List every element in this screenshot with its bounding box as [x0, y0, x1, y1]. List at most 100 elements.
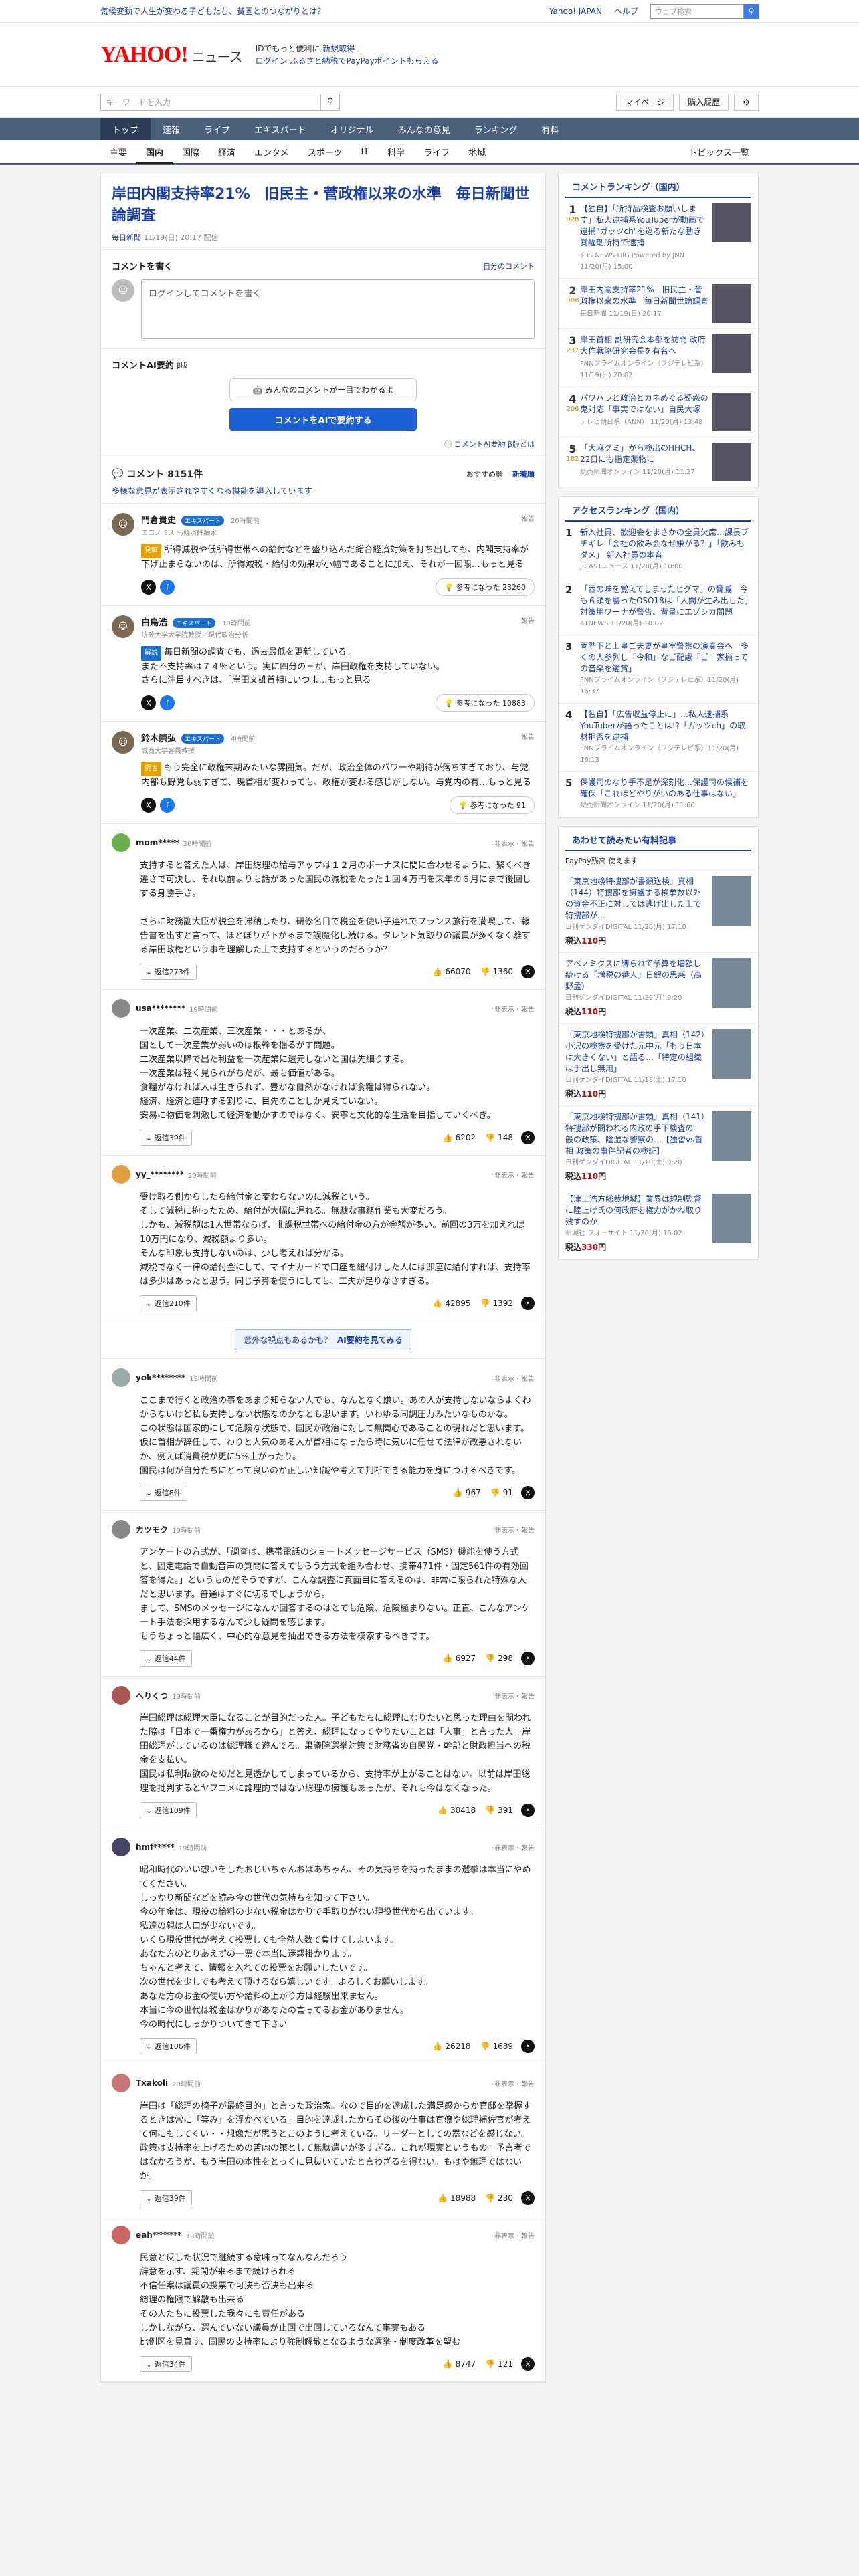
avatar[interactable] [112, 999, 130, 1018]
facebook-share-icon[interactable]: f [160, 695, 175, 710]
ranking-item[interactable]: 1 928 【独自】「所持品検査お願いします」私人逮捕系YouTuberが動画で逮… [559, 198, 758, 279]
report-link[interactable]: 非表示・報告 [494, 1373, 535, 1383]
like-button[interactable]: 👍 967 [453, 1488, 481, 1497]
paid-article-title[interactable]: 「東京地検特捜部が書類」真相（141）特捜部が問われる内政の手下検査の一般の政策… [565, 1112, 705, 1156]
tab-local[interactable]: 地域 [459, 146, 495, 158]
like-button[interactable]: 👍 6927 [443, 1654, 476, 1663]
paid-article-title[interactable]: 「東京地検特捜部が書類」真相（142）小沢の検察を受けた元中元「もう日本は大きく… [565, 1030, 705, 1073]
report-link[interactable]: 非表示・報告 [494, 838, 535, 848]
commenter-name[interactable]: yy_******** [136, 1170, 184, 1179]
expert-text[interactable]: もう完全に政権末期みたいな雰囲気。だが、政治全体のパワーや期待が落ちすぎており、… [141, 763, 531, 788]
article-title[interactable]: 岸田内閣支持率21% 旧民主・菅政権以来の水準 毎日新聞世論調査 [112, 184, 535, 227]
commenter-name[interactable]: mom***** [136, 838, 179, 847]
expert-text[interactable]: 毎日新聞の調査でも、過去最低を更新している。 また不支持率は７４％という。実に四… [141, 647, 445, 685]
helpful-button[interactable]: 💡 参考になった 10883 [436, 694, 535, 712]
rank-title[interactable]: パワハラと政治とカネめぐる疑惑の鬼対応「事実ではない」自民大塚 [580, 393, 708, 414]
facebook-share-icon[interactable]: f [160, 798, 175, 813]
ai-prompt-box[interactable]: 意外な視点もあるかも？ AI要約を見てみる [235, 1329, 411, 1350]
avatar[interactable] [112, 1838, 130, 1856]
dislike-button[interactable]: 👎 230 [485, 2193, 513, 2203]
reply-toggle[interactable]: ⌄ 返信39件 [140, 2190, 192, 2206]
avatar[interactable] [112, 1520, 130, 1539]
nav-breaking[interactable]: 速報 [151, 118, 192, 140]
ranking-item[interactable]: 5 182 「大麻グミ」から検出のHHCH、22日にも指定薬物に 読売新聞オンライン… [559, 437, 758, 488]
like-button[interactable]: 👍 26218 [432, 2042, 470, 2051]
reply-toggle[interactable]: ⌄ 返信210件 [140, 1295, 197, 1311]
x-share-icon[interactable]: X [521, 1131, 535, 1144]
thumbnail[interactable] [712, 334, 751, 373]
dislike-button[interactable]: 👎 391 [485, 1806, 513, 1815]
gear-icon[interactable]: ⚙ [734, 93, 759, 111]
avatar[interactable] [112, 1368, 130, 1387]
tab-life[interactable]: ライフ [414, 146, 459, 158]
comment-input[interactable]: ログインしてコメントを書く [141, 279, 535, 339]
login-link[interactable]: ログイン [256, 56, 288, 66]
paid-article-item[interactable]: 【津上浩方総裁地域】業界は規制監督に陸上げ氏の何政府を権力がかね取り残すのか 新潮… [559, 1188, 758, 1259]
expert-name[interactable]: 鈴木崇弘 [141, 734, 176, 744]
avatar[interactable]: ☺ [112, 513, 134, 536]
nav-opinion[interactable]: みんなの意見 [386, 118, 462, 140]
reply-toggle[interactable]: ⌄ 返信109件 [140, 1802, 197, 1818]
promo-link[interactable]: 気候変動で人生が変わる子どもたち、貧困とのつながりとは？ [100, 5, 549, 17]
commenter-name[interactable]: Txakoli [136, 2078, 168, 2088]
report-link[interactable]: 報告 [521, 615, 535, 625]
ranking-item[interactable]: 4 206 パワハラと政治とカネめぐる疑惑の鬼対応「事実ではない」自民大塚 テレビ朝… [559, 387, 758, 437]
nav-expert[interactable]: エキスパート [242, 118, 318, 140]
reply-toggle[interactable]: ⌄ 返信8件 [140, 1485, 187, 1501]
paid-article-title[interactable]: 【津上浩方総裁地域】業界は規制監督に陸上げ氏の何政府を権力がかね取り残すのか [565, 1194, 702, 1226]
access-item[interactable]: 3 両陛下と上皇ご夫妻が皇室警察の演奏会へ 多くの人参列し「今和」なご配慮「ご一… [559, 635, 758, 704]
dislike-button[interactable]: 👎 148 [485, 1133, 513, 1142]
reply-toggle[interactable]: ⌄ 返信273件 [140, 964, 197, 980]
facebook-share-icon[interactable]: f [160, 580, 175, 595]
thumbnail[interactable] [712, 284, 751, 323]
x-share-icon[interactable]: X [141, 580, 156, 595]
access-item[interactable]: 1 新入社員、歓迎会をまさかの全員欠席…課長ブチギレ「会社の飲み会なぜ嫌がる？」… [559, 522, 758, 578]
report-link[interactable]: 報告 [521, 513, 535, 523]
x-share-icon[interactable]: X [521, 2040, 535, 2053]
report-link[interactable]: 非表示・報告 [494, 2230, 535, 2240]
reply-toggle[interactable]: ⌄ 返信44件 [140, 1650, 192, 1667]
avatar[interactable] [112, 2226, 130, 2244]
report-link[interactable]: 報告 [521, 731, 535, 741]
my-comments-link[interactable]: 自分のコメント [483, 261, 535, 272]
x-share-icon[interactable]: X [141, 798, 156, 813]
tab-it[interactable]: IT [351, 147, 378, 157]
x-share-icon[interactable]: X [521, 2357, 535, 2371]
tab-entertainment[interactable]: エンタメ [245, 146, 298, 158]
helpful-button[interactable]: 💡 参考になった 91 [450, 796, 535, 814]
paid-article-title[interactable]: アベノミクスに縛られて予算を増額し続ける「増税の番人」日銀の思惑（高野孟） [565, 959, 702, 991]
rank-title[interactable]: 【独自】「所持品検査お願いします」私人逮捕系YouTuberが動画で逮捕"ガッツ… [580, 204, 709, 247]
access-title[interactable]: 【独自】「広告収益停止に」…私人逮捕系YouTuberが語ったことは!?「ガッツ… [580, 710, 745, 742]
rank-title[interactable]: 「大麻グミ」から検出のHHCH、22日にも指定薬物に [580, 443, 700, 464]
access-item[interactable]: 2 「西の味を覚えてしまったヒグマ」の脅威 今も６頭を襲ったOSO18は「人間が… [559, 578, 758, 635]
signup-link[interactable]: 新規取得 [322, 44, 355, 53]
x-share-icon[interactable]: X [521, 965, 535, 978]
report-link[interactable]: 非表示・報告 [494, 1691, 535, 1701]
report-link[interactable]: 非表示・報告 [494, 1842, 535, 1852]
help-link[interactable]: ヘルプ [614, 5, 638, 17]
ranking-item[interactable]: 2 308 岸田内閣支持率21% 旧民主・菅政権以来の水準 毎日新聞世論調査 毎日新… [559, 279, 758, 329]
tab-main[interactable]: 主要 [100, 146, 136, 158]
diversity-note[interactable]: 多様な意見が表示されやすくなる機能を導入しています [101, 484, 545, 504]
ai-summarize-button[interactable]: コメントをAIで要約する [229, 408, 417, 431]
reply-toggle[interactable]: ⌄ 返信34件 [140, 2356, 192, 2372]
thumbnail[interactable] [712, 443, 751, 481]
expert-name[interactable]: 門倉貴史 [141, 516, 176, 526]
avatar[interactable] [112, 1165, 130, 1184]
purchase-history-button[interactable]: 購入履歴 [679, 93, 729, 111]
like-button[interactable]: 👍 30418 [438, 1806, 476, 1815]
yahoo-japan-link[interactable]: Yahoo! JAPAN [549, 7, 602, 16]
like-button[interactable]: 👍 8747 [443, 2359, 476, 2369]
paid-article-item[interactable]: アベノミクスに縛られて予算を増額し続ける「増税の番人」日銀の思惑（高野孟） 日刊ゲ… [559, 953, 758, 1024]
x-share-icon[interactable]: X [521, 2191, 535, 2205]
ai-summary-view-button[interactable]: AI要約を見てみる [337, 1335, 403, 1345]
yahoo-logo[interactable]: YAHOO! ニュース [100, 42, 243, 68]
nav-top[interactable]: トップ [100, 118, 151, 140]
search-icon[interactable]: ⚲ [321, 93, 340, 111]
reply-toggle[interactable]: ⌄ 返信106件 [140, 2038, 197, 2054]
like-button[interactable]: 👍 66070 [432, 967, 470, 976]
nav-original[interactable]: オリジナル [318, 118, 386, 140]
tab-international[interactable]: 国際 [173, 146, 209, 158]
access-title[interactable]: 「西の味を覚えてしまったヒグマ」の脅威 今も６頭を襲ったOSO18は「人間が生み… [580, 584, 749, 617]
article-cover[interactable] [712, 958, 751, 1008]
